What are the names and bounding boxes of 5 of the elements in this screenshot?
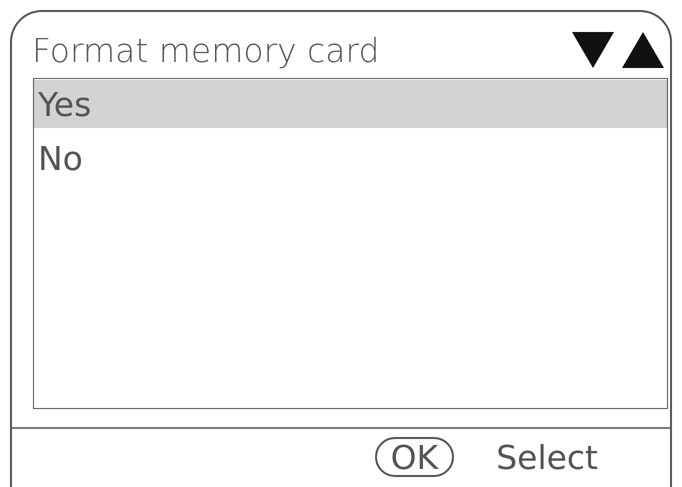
ok-button[interactable]: OK [374, 437, 454, 477]
menu-title: Format memory card [32, 34, 380, 66]
select-label: Select [496, 440, 598, 474]
menu-option[interactable]: Yes [34, 80, 667, 128]
up-down-arrows-icon [572, 30, 664, 70]
